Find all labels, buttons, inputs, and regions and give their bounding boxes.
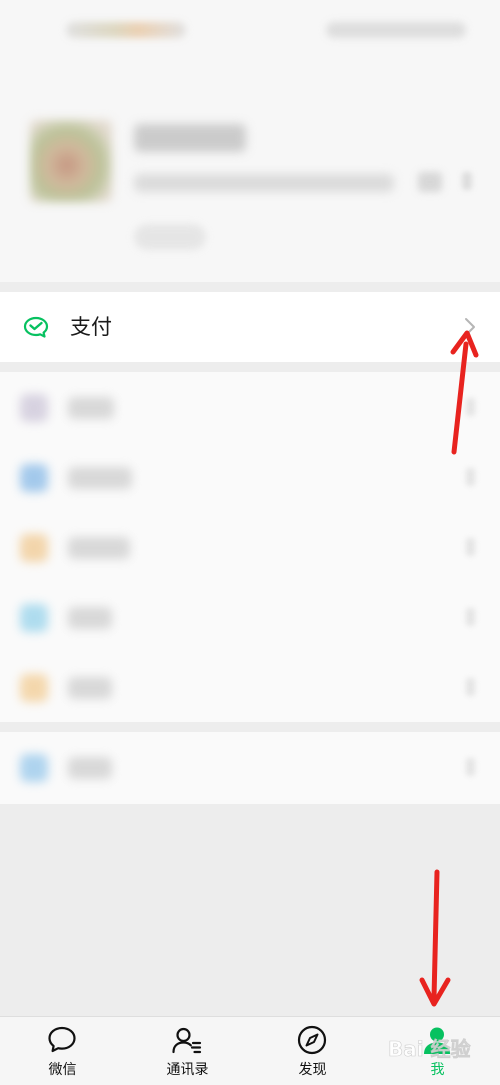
menu-item-label-blurred	[68, 537, 130, 559]
status-bar-left-blurred	[66, 22, 186, 38]
pay-label: 支付	[70, 315, 112, 339]
chat-bubble-icon	[48, 1026, 76, 1053]
menu-item-label-blurred	[68, 467, 132, 489]
pay-row[interactable]: 支付	[0, 292, 500, 362]
menu-item-label-blurred	[68, 607, 112, 629]
baidu-watermark: Bai 经验	[388, 1037, 471, 1062]
tab-contacts[interactable]: 通讯录	[125, 1017, 250, 1085]
status-bar	[0, 0, 500, 60]
wechat-id-blurred	[134, 174, 394, 192]
menu-item-icon-blurred	[20, 674, 48, 702]
settings-icon-blurred	[20, 754, 48, 782]
chevron-right-icon	[466, 678, 475, 696]
settings-row-blurred[interactable]	[0, 732, 500, 804]
status-bar-right-blurred	[326, 22, 466, 38]
tab-label-chats: 微信	[48, 1062, 77, 1078]
menu-group-blurred	[0, 372, 500, 722]
chevron-right-icon	[466, 468, 475, 486]
tab-chats[interactable]: 微信	[0, 1017, 125, 1085]
menu-item-icon-blurred	[20, 534, 48, 562]
annotation-arrow-down	[419, 869, 451, 1007]
menu-item-blurred-5[interactable]	[0, 652, 500, 722]
tab-label-discover: 发现	[298, 1062, 327, 1078]
profile-name-blurred	[134, 124, 246, 152]
tab-label-contacts: 通讯录	[166, 1062, 209, 1078]
menu-item-blurred-2[interactable]	[0, 442, 500, 512]
menu-item-blurred-3[interactable]	[0, 512, 500, 582]
menu-item-label-blurred	[68, 677, 112, 699]
wechat-pay-wallet-icon	[23, 316, 49, 338]
menu-item-icon-blurred	[20, 464, 48, 492]
watermark-text: Bai 经验	[388, 1037, 471, 1061]
chevron-right-icon	[462, 172, 472, 190]
contacts-icon	[172, 1027, 202, 1054]
annotation-arrow-up	[450, 330, 479, 455]
settings-label-blurred	[68, 757, 112, 779]
chevron-right-icon	[466, 758, 475, 776]
menu-item-blurred-1[interactable]	[0, 372, 500, 442]
chevron-right-icon	[466, 538, 475, 556]
chevron-right-icon	[466, 608, 475, 626]
qr-code-icon[interactable]	[418, 172, 442, 192]
profile-header[interactable]	[0, 60, 500, 282]
avatar[interactable]	[30, 120, 112, 202]
tab-discover[interactable]: 发现	[250, 1017, 375, 1085]
menu-item-icon-blurred	[20, 604, 48, 632]
menu-item-icon-blurred	[20, 394, 48, 422]
menu-item-blurred-4[interactable]	[0, 582, 500, 652]
status-button-blurred[interactable]	[134, 224, 206, 250]
compass-icon	[297, 1025, 327, 1055]
menu-item-label-blurred	[68, 397, 114, 419]
